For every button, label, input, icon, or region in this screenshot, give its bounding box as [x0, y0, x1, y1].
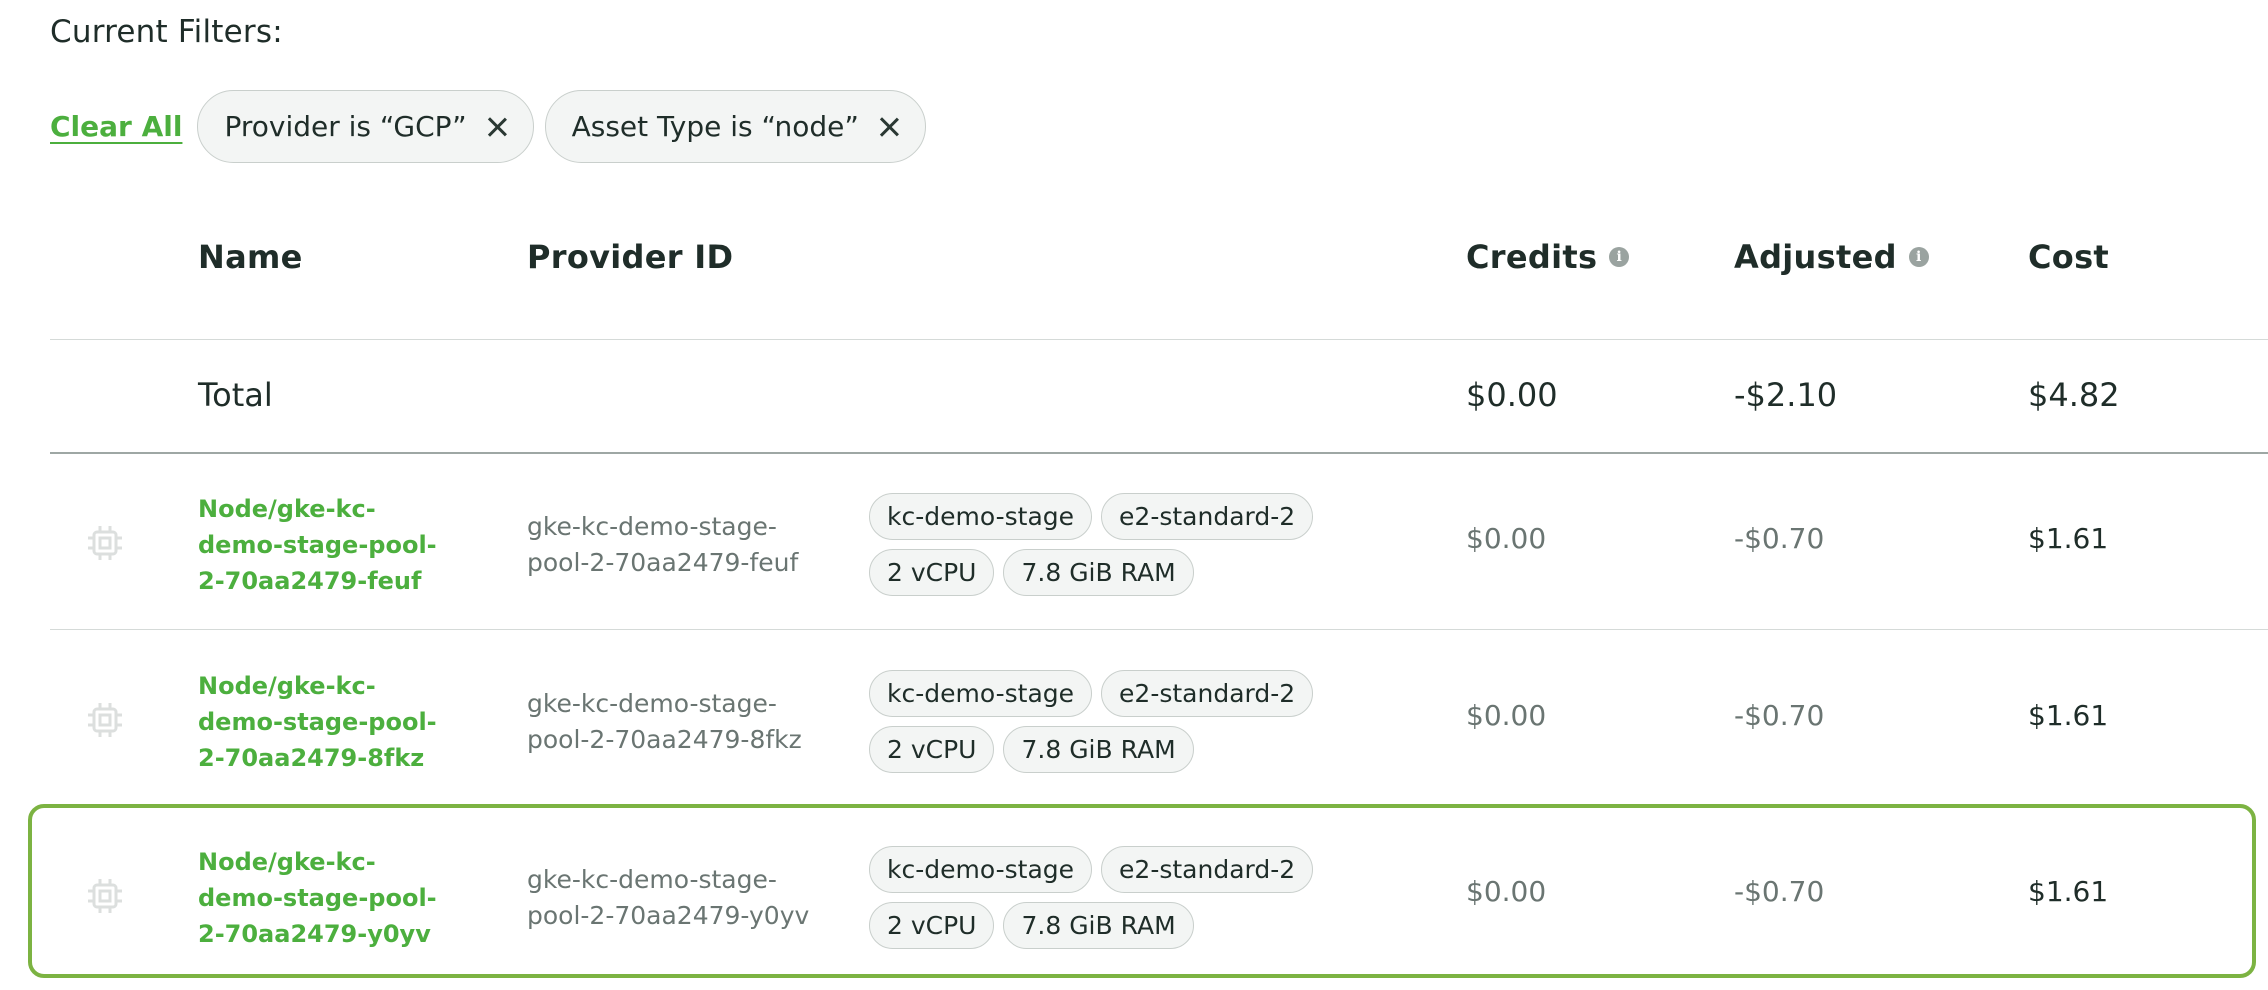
- column-header-name[interactable]: Name: [198, 238, 303, 276]
- tag-list: kc-demo-stage e2-standard-2 2 vCPU 7.8 G…: [869, 670, 1339, 773]
- column-header-label: Credits: [1466, 238, 1598, 276]
- column-header-label: Cost: [2028, 238, 2110, 276]
- clear-all-link[interactable]: Clear All: [50, 110, 182, 143]
- cpu-icon: [88, 703, 122, 737]
- column-header-adjusted[interactable]: Adjusted i: [1734, 238, 1929, 276]
- filter-chip-label: Provider is “GCP”: [224, 110, 467, 143]
- total-label: Total: [198, 376, 273, 414]
- cost-value: $1.61: [2028, 699, 2109, 732]
- filter-chip-label: Asset Type is “node”: [571, 110, 859, 143]
- tag-vcpu: 2 vCPU: [869, 726, 995, 773]
- provider-id: gke-kc-demo-stage-pool-2-70aa2479-y0yv: [527, 865, 810, 930]
- filter-bar: Clear All Provider is “GCP” Asset Type i…: [50, 90, 937, 163]
- tag-cluster: kc-demo-stage: [869, 493, 1093, 540]
- total-adjusted: -$2.10: [1734, 376, 1838, 414]
- asset-name-link[interactable]: Node/gke-kc-demo-stage-pool-2-70aa2479-y…: [198, 844, 458, 952]
- column-header-credits[interactable]: Credits i: [1466, 238, 1630, 276]
- adjusted-value: -$0.70: [1734, 699, 1825, 732]
- tag-machine-type: e2-standard-2: [1101, 670, 1314, 717]
- provider-id: gke-kc-demo-stage-pool-2-70aa2479-feuf: [527, 512, 799, 577]
- column-header-label: Adjusted: [1734, 238, 1897, 276]
- provider-id: gke-kc-demo-stage-pool-2-70aa2479-8fkz: [527, 689, 802, 754]
- total-credits: $0.00: [1466, 376, 1558, 414]
- column-header-label: Name: [198, 238, 303, 276]
- tag-cluster: kc-demo-stage: [869, 846, 1093, 893]
- credits-value: $0.00: [1466, 699, 1547, 732]
- tag-vcpu: 2 vCPU: [869, 902, 995, 949]
- tag-ram: 7.8 GiB RAM: [1003, 902, 1194, 949]
- credits-value: $0.00: [1466, 522, 1547, 555]
- cost-value: $1.61: [2028, 875, 2109, 908]
- column-header-label: Provider ID: [527, 238, 734, 276]
- adjusted-value: -$0.70: [1734, 522, 1825, 555]
- asset-name-link[interactable]: Node/gke-kc-demo-stage-pool-2-70aa2479-8…: [198, 668, 458, 776]
- table-row[interactable]: Node/gke-kc-demo-stage-pool-2-70aa2479-f…: [0, 454, 2268, 629]
- tag-list: kc-demo-stage e2-standard-2 2 vCPU 7.8 G…: [869, 493, 1339, 596]
- close-icon[interactable]: [485, 115, 509, 139]
- tag-ram: 7.8 GiB RAM: [1003, 726, 1194, 773]
- divider: [50, 629, 2268, 630]
- tag-ram: 7.8 GiB RAM: [1003, 549, 1194, 596]
- adjusted-value: -$0.70: [1734, 875, 1825, 908]
- filter-chip-asset-type[interactable]: Asset Type is “node”: [544, 90, 926, 163]
- info-icon[interactable]: i: [1609, 247, 1630, 267]
- filter-chip-provider[interactable]: Provider is “GCP”: [197, 90, 534, 163]
- asset-name-link[interactable]: Node/gke-kc-demo-stage-pool-2-70aa2479-f…: [198, 491, 458, 599]
- total-cost: $4.82: [2028, 376, 2120, 414]
- column-header-cost[interactable]: Cost: [2028, 238, 2109, 276]
- divider: [50, 339, 2268, 340]
- table-row[interactable]: Node/gke-kc-demo-stage-pool-2-70aa2479-8…: [0, 631, 2268, 806]
- credits-value: $0.00: [1466, 875, 1547, 908]
- close-icon[interactable]: [877, 115, 901, 139]
- tag-list: kc-demo-stage e2-standard-2 2 vCPU 7.8 G…: [869, 846, 1339, 949]
- tag-cluster: kc-demo-stage: [869, 670, 1093, 717]
- current-filters-title: Current Filters:: [50, 14, 283, 50]
- cost-value: $1.61: [2028, 522, 2109, 555]
- table-row-selected[interactable]: Node/gke-kc-demo-stage-pool-2-70aa2479-y…: [0, 807, 2268, 982]
- info-icon[interactable]: i: [1908, 247, 1929, 267]
- tag-machine-type: e2-standard-2: [1101, 493, 1314, 540]
- tag-vcpu: 2 vCPU: [869, 549, 995, 596]
- cpu-icon: [88, 526, 122, 560]
- column-header-provider-id[interactable]: Provider ID: [527, 238, 733, 276]
- cpu-icon: [88, 879, 122, 913]
- tag-machine-type: e2-standard-2: [1101, 846, 1314, 893]
